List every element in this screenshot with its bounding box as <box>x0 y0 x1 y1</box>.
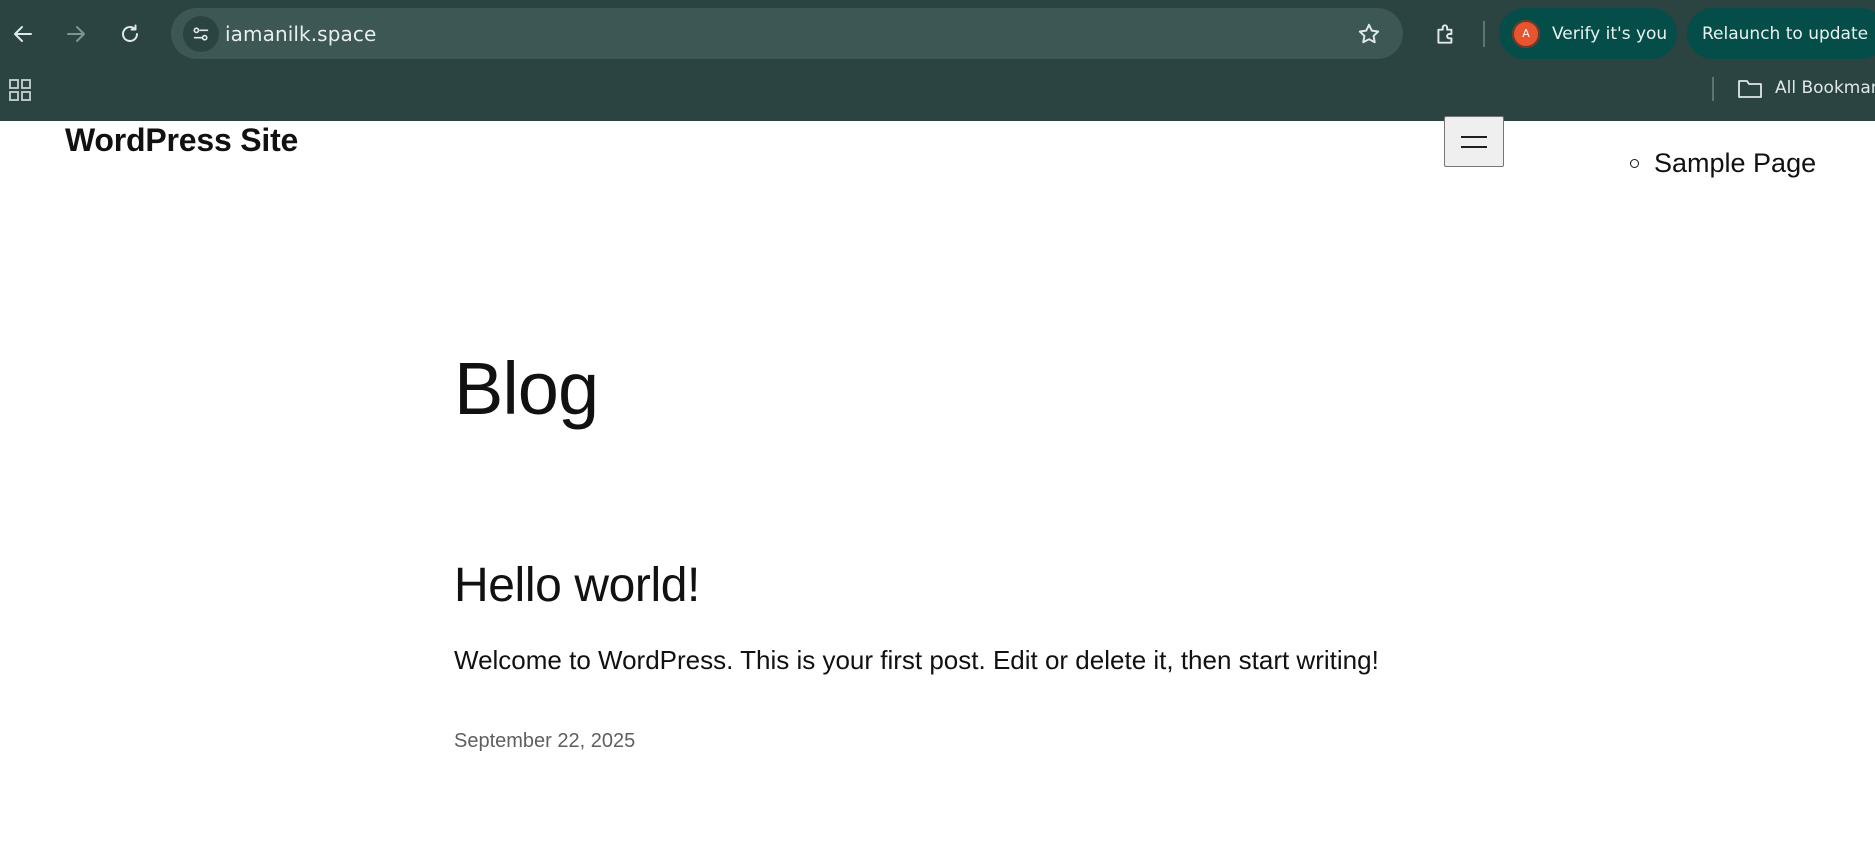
back-arrow-icon <box>14 26 32 42</box>
reload-button[interactable] <box>111 15 149 53</box>
apps-grid-icon[interactable] <box>8 78 32 102</box>
page-title: Blog <box>454 347 599 430</box>
verify-identity-button[interactable]: A Verify it's you <box>1499 8 1677 59</box>
extensions-button[interactable] <box>1427 15 1465 53</box>
forward-button[interactable] <box>57 15 95 53</box>
relaunch-label: Relaunch to update <box>1702 23 1869 44</box>
site-title[interactable]: WordPress Site <box>65 122 298 159</box>
bookmark-star-button[interactable] <box>1355 20 1383 48</box>
site-settings-icon <box>193 27 209 41</box>
star-icon <box>1358 23 1380 44</box>
reload-icon <box>122 24 138 42</box>
forward-arrow-icon <box>67 26 85 42</box>
post-date[interactable]: September 22, 2025 <box>454 730 635 753</box>
relaunch-button[interactable]: Relaunch to update <box>1687 8 1875 59</box>
toolbar-divider <box>1483 21 1485 47</box>
all-bookmarks-label: All Bookmarks <box>1775 78 1875 98</box>
puzzle-icon <box>1437 24 1453 44</box>
all-bookmarks-button[interactable]: All Bookmarks <box>1737 77 1875 99</box>
back-button[interactable] <box>4 15 42 53</box>
site-navigation: Sample Page <box>1630 148 1816 179</box>
nav-item-label[interactable]: Sample Page <box>1654 148 1816 179</box>
url-text[interactable]: iamanilk.space <box>225 22 376 46</box>
bookmarks-bar <box>0 68 1875 121</box>
address-bar[interactable]: iamanilk.space <box>171 8 1403 59</box>
circle-bullet-icon <box>1630 159 1639 168</box>
bookmarks-divider <box>1712 77 1714 101</box>
profile-avatar: A <box>1512 19 1540 48</box>
browser-toolbar: iamanilk.space A Verify it's you Relaunc… <box>0 0 1875 68</box>
menu-toggle-button[interactable] <box>1444 116 1504 167</box>
verify-label: Verify it's you <box>1552 23 1668 44</box>
post-excerpt: Welcome to WordPress. This is your first… <box>454 645 1379 675</box>
hamburger-icon <box>1461 135 1487 148</box>
folder-icon <box>1738 80 1762 98</box>
nav-item-sample-page[interactable]: Sample Page <box>1630 148 1816 179</box>
browser-chrome: iamanilk.space A Verify it's you Relaunc… <box>0 0 1875 121</box>
post-title[interactable]: Hello world! <box>454 558 700 613</box>
site-info-button[interactable] <box>183 16 219 52</box>
